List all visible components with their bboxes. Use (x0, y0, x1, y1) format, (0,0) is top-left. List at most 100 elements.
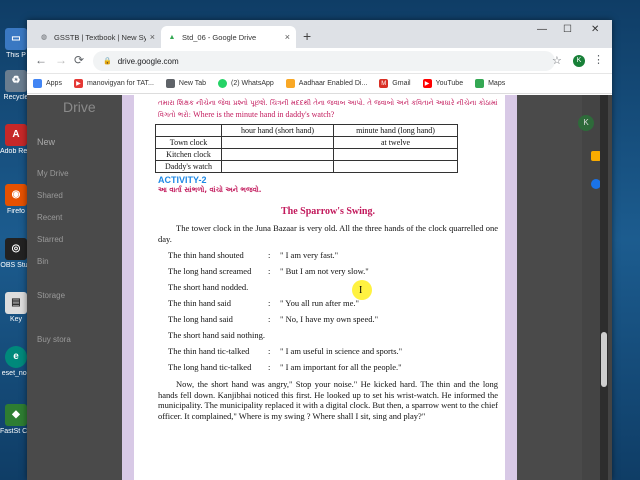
new-tab-button[interactable]: + (303, 29, 311, 43)
instruction: તમારા શિક્ષક નીચેના જેવા પ્રશ્નો પૂછશે. … (158, 97, 498, 121)
close-tab-icon[interactable]: × (150, 32, 155, 42)
google-drive-icon: ▲ (168, 33, 176, 41)
drive-account-avatar[interactable]: K (578, 115, 594, 131)
document-page: તમારા શિક્ષક નીચેના જેવા પ્રશ્નો પૂછશે. … (122, 95, 517, 480)
bookmark-label: Aadhaar Enabled Di... (298, 80, 368, 87)
bookmark-manovigyan[interactable]: ▶ manovigyan for TAT... (73, 79, 154, 88)
reload-button[interactable]: ⟳ (74, 53, 84, 67)
adobe-reader-icon: A (5, 124, 27, 146)
tab-google-drive[interactable]: ▲ Std_06 - Google Drive × (161, 26, 296, 48)
text-cursor-icon: I (359, 285, 363, 296)
speaker: The long hand said (168, 314, 233, 324)
profile-avatar[interactable]: K (573, 55, 585, 67)
drive-new-button[interactable]: New (37, 137, 55, 147)
speaker: The long hand tic-talked (168, 362, 252, 372)
drive-sidebar-item[interactable]: Bin (37, 257, 49, 266)
table-header (155, 124, 222, 137)
address-bar[interactable]: 🔒 drive.google.com (93, 51, 555, 71)
drive-sidebar-item[interactable]: Recent (37, 213, 62, 222)
drive-logo: Drive (63, 99, 96, 115)
dialogue-line: The long hand screamed: " But I am not ve… (158, 266, 498, 277)
line: " No, I have my own speed." (280, 314, 379, 324)
drive-sidebar-item[interactable]: Buy stora (37, 335, 71, 344)
clock-table: hour hand (short hand) minute hand (long… (155, 124, 458, 173)
table-row: Daddy's watch (155, 160, 458, 173)
dialogue-list: The thin hand shouted: " I am very fast."… (158, 250, 498, 373)
close-tab-icon[interactable]: × (285, 32, 290, 42)
bookmark-label: Apps (46, 80, 62, 87)
close-window-button[interactable]: ✕ (591, 24, 599, 35)
bookmark-label: manovigyan for TAT... (86, 80, 154, 87)
drive-sidebar-item[interactable]: Starred (37, 235, 63, 244)
table-row: Kitchen clock (155, 148, 458, 161)
line: " I am useful in science and sports." (280, 346, 403, 356)
table-cell (333, 160, 458, 173)
tab-strip: ◍ GSSTB | Textbook | New Syllabus × ▲ St… (27, 20, 612, 48)
table-header: minute hand (long hand) (333, 124, 458, 137)
computer-icon: ▭ (5, 28, 27, 50)
maps-pin-icon (475, 79, 485, 88)
dialogue-line: The thin hand shouted: " I am very fast." (158, 250, 498, 261)
chrome-menu-icon[interactable]: ⋮ (593, 53, 604, 66)
bookmark-aadhaar[interactable]: Aadhaar Enabled Di... (285, 79, 368, 88)
obs-icon: ◎ (5, 238, 27, 260)
bookmark-gmail[interactable]: M Gmail (379, 79, 411, 88)
bookmark-new-tab[interactable]: New Tab (165, 79, 206, 88)
forward-button[interactable]: → (55, 53, 67, 67)
table-cell (221, 136, 334, 149)
gmail-icon: M (379, 79, 389, 88)
drive-sidebar-item[interactable]: My Drive (37, 169, 69, 178)
whatsapp-icon (218, 79, 227, 88)
colon: : (268, 250, 271, 260)
scrollbar-thumb[interactable] (601, 332, 607, 387)
back-button[interactable]: ← (35, 53, 47, 67)
drive-sidebar-item[interactable]: Shared (37, 191, 63, 200)
bookmark-youtube[interactable]: ▶ YouTube (422, 79, 464, 88)
bookmark-label: Maps (488, 80, 506, 87)
dialogue-line: The thin hand said: " You all run after m… (158, 298, 498, 309)
table-header: hour hand (short hand) (221, 124, 334, 137)
table-row: Town clock at twelve (155, 136, 458, 149)
recycle-bin-icon: ♻ (5, 70, 27, 92)
dialogue-line: The thin hand tic-talked: " I am useful i… (158, 346, 498, 357)
tab-gsstb[interactable]: ◍ GSSTB | Textbook | New Syllabus × (33, 26, 161, 48)
english-question: Where is the minute hand in daddy's watc… (193, 110, 335, 119)
bookmark-star-icon[interactable]: ☆ (552, 54, 562, 67)
document-page-content: તમારા શિક્ષક નીચેના જેવા પ્રશ્નો પૂછશે. … (134, 95, 505, 480)
table-cell (221, 148, 334, 161)
drive-sidebar-item[interactable]: Storage (37, 291, 65, 300)
dialogue-line: The long hand said: " No, I have my own s… (158, 314, 498, 325)
bookmark-whatsapp[interactable]: (2) WhatsApp (218, 79, 274, 88)
story-title: The Sparrow's Swing. (280, 206, 375, 217)
colon: : (268, 314, 271, 324)
bookmarks-bar: Apps ▶ manovigyan for TAT... New Tab (2) … (27, 74, 612, 94)
firefox-icon: ◉ (5, 184, 27, 206)
eset-icon: e (5, 346, 27, 368)
maximize-button[interactable]: ☐ (563, 24, 572, 35)
speaker: The long hand screamed (168, 266, 252, 276)
story-intro: The tower clock in the Juna Bazaar is ve… (158, 223, 498, 244)
line: " But I am not very slow." (280, 266, 369, 276)
viewer-scrollbar[interactable] (600, 95, 608, 480)
line: " You all run after me." (280, 298, 359, 308)
speaker: The thin hand said (168, 298, 232, 308)
minimize-button[interactable]: — (537, 24, 547, 35)
dialogue-line: The short hand nodded. (158, 282, 498, 293)
bookmark-label: YouTube (435, 80, 464, 87)
bookmark-label: New Tab (178, 80, 206, 87)
chrome-window: ◍ GSSTB | Textbook | New Syllabus × ▲ St… (27, 20, 612, 480)
document-body: તમારા શિક્ષક નીચેના જેવા પ્રશ્નો પૂછશે. … (155, 95, 498, 421)
activity-title: ACTIVITY-2 (158, 175, 207, 185)
table-cell: at twelve (333, 136, 458, 149)
colon: : (268, 362, 271, 372)
line: " I am important for all the people." (280, 362, 402, 372)
bookmark-apps[interactable]: Apps (33, 79, 62, 88)
globe-icon: ◍ (40, 34, 48, 41)
lock-icon: 🔒 (103, 58, 112, 65)
youtube-icon: ▶ (73, 79, 83, 88)
dialogue-line: The long hand tic-talked: " I am importan… (158, 362, 498, 373)
colon: : (268, 346, 271, 356)
bookmark-maps[interactable]: Maps (475, 79, 505, 88)
colon: : (268, 266, 271, 276)
speaker: The short hand nodded. (168, 282, 249, 292)
